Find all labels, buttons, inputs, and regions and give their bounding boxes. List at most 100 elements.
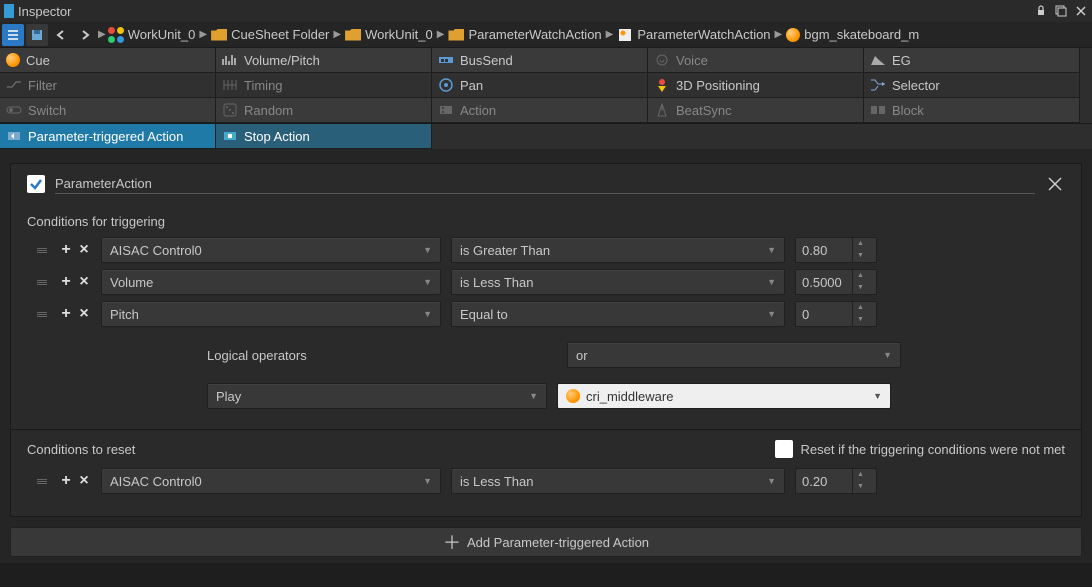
tab-beatsync[interactable]: BeatSync xyxy=(648,98,864,123)
tab-action[interactable]: Action xyxy=(432,98,648,123)
condition-value-input[interactable] xyxy=(796,307,852,322)
menu-button[interactable] xyxy=(2,24,24,46)
condition-value-spinner[interactable]: ▲▼ xyxy=(795,269,877,295)
parameter-action-enable-checkbox[interactable] xyxy=(27,175,45,193)
breadcrumb-item[interactable]: WorkUnit_0 xyxy=(345,27,433,43)
drag-handle-icon[interactable] xyxy=(37,280,49,285)
reset-value-spinner[interactable]: ▲▼ xyxy=(795,468,877,494)
breadcrumb-label: WorkUnit_0 xyxy=(365,27,433,42)
condition-param-dropdown[interactable]: Volume▼ xyxy=(101,269,441,295)
tab-volume-pitch[interactable]: Volume/Pitch xyxy=(216,48,432,73)
add-condition-button[interactable]: + xyxy=(59,474,73,488)
tab-parameter-triggered-action[interactable]: Parameter-triggered Action xyxy=(0,124,216,149)
title-bar: Inspector xyxy=(0,0,1092,22)
drag-handle-icon[interactable] xyxy=(37,312,49,317)
nav-back-button[interactable] xyxy=(50,24,72,46)
tab-cue[interactable]: Cue xyxy=(0,48,216,73)
spinner-up-button[interactable]: ▲ xyxy=(853,270,868,282)
tab-voice[interactable]: Voice xyxy=(648,48,864,73)
voice-icon xyxy=(654,52,670,68)
chevron-right-icon[interactable]: ▶ xyxy=(606,29,614,40)
chevron-down-icon: ▼ xyxy=(767,476,776,486)
condition-param-dropdown[interactable]: Pitch▼ xyxy=(101,301,441,327)
drag-handle-icon[interactable] xyxy=(37,248,49,253)
panel-close-button[interactable] xyxy=(1045,174,1065,194)
random-icon xyxy=(222,102,238,118)
condition-operator-dropdown[interactable]: is Less Than▼ xyxy=(451,269,785,295)
spinner-down-button[interactable]: ▼ xyxy=(853,250,868,262)
tab-selector[interactable]: Selector xyxy=(864,73,1080,98)
toolbar: ▶ WorkUnit_0 ▶ CueSheet Folder ▶ WorkUni… xyxy=(0,22,1092,48)
remove-condition-button[interactable]: × xyxy=(77,474,91,488)
condition-value-spinner[interactable]: ▲▼ xyxy=(795,301,877,327)
reset-value-input[interactable] xyxy=(796,474,852,489)
reset-param-dropdown[interactable]: AISAC Control0▼ xyxy=(101,468,441,494)
condition-param-dropdown[interactable]: AISAC Control0▼ xyxy=(101,237,441,263)
remove-condition-button[interactable]: × xyxy=(77,307,91,321)
condition-value-input[interactable] xyxy=(796,243,852,258)
chevron-down-icon: ▼ xyxy=(767,309,776,319)
folder-icon xyxy=(345,27,361,43)
spinner-up-button[interactable]: ▲ xyxy=(853,302,868,314)
tab-block[interactable]: Block xyxy=(864,98,1080,123)
property-tabs: Cue Volume/Pitch BusSend Voice EG Filter… xyxy=(0,48,1092,124)
tab-3d-positioning[interactable]: 3D Positioning xyxy=(648,73,864,98)
spinner-up-button[interactable]: ▲ xyxy=(853,469,868,481)
drag-handle-icon[interactable] xyxy=(37,479,49,484)
chevron-down-icon: ▼ xyxy=(423,309,432,319)
spinner-down-button[interactable]: ▼ xyxy=(853,314,868,326)
condition-value-input[interactable] xyxy=(796,275,852,290)
remove-condition-button[interactable]: × xyxy=(77,243,91,257)
spinner-down-button[interactable]: ▼ xyxy=(853,282,868,294)
tab-bussend[interactable]: BusSend xyxy=(432,48,648,73)
add-condition-button[interactable]: + xyxy=(59,275,73,289)
chevron-right-icon[interactable]: ▶ xyxy=(333,29,341,40)
close-icon[interactable] xyxy=(1074,4,1088,18)
nav-forward-button[interactable] xyxy=(74,24,96,46)
switch-icon xyxy=(6,102,22,118)
workunit-icon xyxy=(108,27,124,43)
parameter-action-title[interactable]: ParameterAction xyxy=(55,174,1035,194)
logical-operator-dropdown[interactable]: or▼ xyxy=(567,342,901,368)
breadcrumb-label: CueSheet Folder xyxy=(231,27,329,42)
spinner-down-button[interactable]: ▼ xyxy=(853,481,868,493)
condition-value-spinner[interactable]: ▲▼ xyxy=(795,237,877,263)
breadcrumb-label: ParameterWatchAction xyxy=(637,27,770,42)
breadcrumb-item[interactable]: ParameterWatchAction xyxy=(448,27,601,43)
tab-pan[interactable]: Pan xyxy=(432,73,648,98)
tab-stop-action[interactable]: Stop Action xyxy=(216,124,432,149)
tab-random[interactable]: Random xyxy=(216,98,432,123)
lock-icon[interactable] xyxy=(1034,4,1048,18)
add-parameter-triggered-action-button[interactable]: ＋ Add Parameter-triggered Action xyxy=(10,527,1082,557)
add-condition-button[interactable]: + xyxy=(59,307,73,321)
param-action-icon xyxy=(6,128,22,144)
breadcrumb: WorkUnit_0 ▶ CueSheet Folder ▶ WorkUnit_… xyxy=(108,27,1090,43)
reset-checkbox[interactable] xyxy=(775,440,793,458)
remove-condition-button[interactable]: × xyxy=(77,275,91,289)
condition-operator-dropdown[interactable]: is Greater Than▼ xyxy=(451,237,785,263)
chevron-right-icon[interactable]: ▶ xyxy=(775,29,783,40)
tab-filter[interactable]: Filter xyxy=(0,73,216,98)
maximize-icon[interactable] xyxy=(1054,4,1068,18)
chevron-right-icon[interactable]: ▶ xyxy=(199,29,207,40)
tab-timing[interactable]: Timing xyxy=(216,73,432,98)
add-condition-button[interactable]: + xyxy=(59,243,73,257)
chevron-right-icon[interactable]: ▶ xyxy=(437,29,445,40)
save-button[interactable] xyxy=(26,24,48,46)
action-target-dropdown[interactable]: cri_middleware▼ xyxy=(557,383,891,409)
cuesheet-icon xyxy=(617,27,633,43)
reset-operator-dropdown[interactable]: is Less Than▼ xyxy=(451,468,785,494)
breadcrumb-item[interactable]: bgm_skateboard_m xyxy=(786,27,919,42)
breadcrumb-item[interactable]: ParameterWatchAction xyxy=(617,27,770,43)
chevron-down-icon: ▼ xyxy=(423,476,432,486)
tab-switch[interactable]: Switch xyxy=(0,98,216,123)
condition-row: + × AISAC Control0▼ is Greater Than▼ ▲▼ xyxy=(27,237,1065,263)
breadcrumb-root-arrow[interactable]: ▶ xyxy=(98,29,106,40)
condition-operator-dropdown[interactable]: Equal to▼ xyxy=(451,301,785,327)
breadcrumb-item[interactable]: CueSheet Folder xyxy=(211,27,329,43)
spinner-up-button[interactable]: ▲ xyxy=(853,238,868,250)
tab-eg[interactable]: EG xyxy=(864,48,1080,73)
action-type-dropdown[interactable]: Play▼ xyxy=(207,383,547,409)
breadcrumb-item[interactable]: WorkUnit_0 xyxy=(108,27,196,43)
reset-if-not-met-row[interactable]: Reset if the triggering conditions were … xyxy=(775,440,1065,458)
